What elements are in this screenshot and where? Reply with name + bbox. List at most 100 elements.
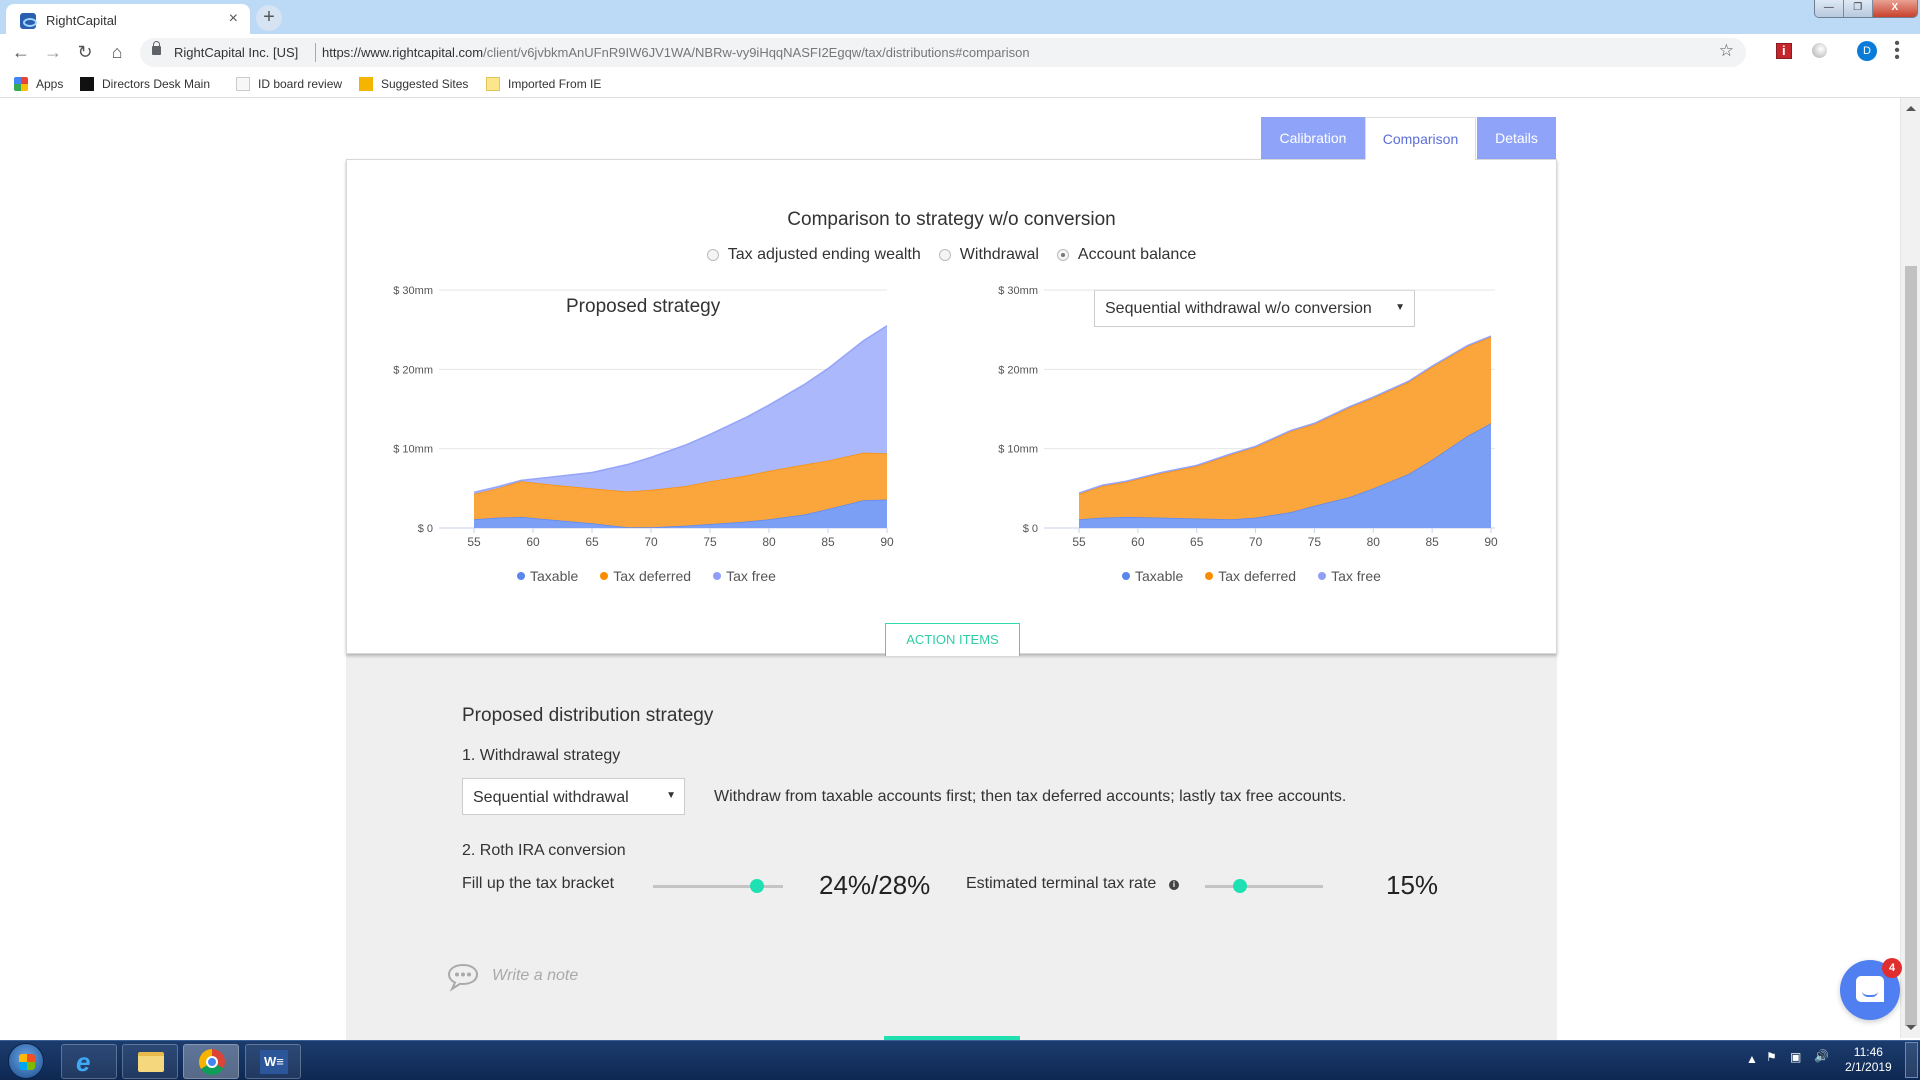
url-host: https://www.rightcapital.com: [322, 45, 484, 60]
action-center-flag-icon[interactable]: ⚑: [1766, 1050, 1777, 1064]
legend-dot-icon: [1318, 572, 1327, 580]
menu-icon[interactable]: • • •: [1893, 36, 1901, 66]
taskbar-chrome[interactable]: [183, 1044, 239, 1079]
address-bar[interactable]: RightCapital Inc. [US] https://www.right…: [140, 38, 1746, 67]
select-value: Sequential withdrawal: [473, 789, 629, 806]
show-hidden-icons[interactable]: ▲: [1746, 1052, 1758, 1066]
chat-bubble-icon: [447, 963, 479, 992]
fill-bracket-slider[interactable]: [653, 879, 783, 893]
url-text[interactable]: https://www.rightcapital.com/client/v6jv…: [322, 45, 1030, 60]
chat-icon: [1856, 976, 1884, 1002]
page-scrollbar[interactable]: [1900, 98, 1920, 1038]
folder-icon: [138, 1052, 164, 1072]
profile-avatar[interactable]: D: [1857, 41, 1877, 61]
internet-explorer-icon: e: [76, 1047, 91, 1077]
x-tick-label: 65: [1190, 535, 1204, 549]
bookmark-star-icon[interactable]: ☆: [1719, 41, 1734, 61]
volume-icon[interactable]: 🔊: [1814, 1049, 1829, 1063]
tab-details[interactable]: Details: [1477, 117, 1556, 159]
windows-taskbar: e W≡: [0, 1040, 1920, 1080]
legend-tax-free[interactable]: Tax free: [713, 568, 776, 584]
info-icon[interactable]: i: [1169, 880, 1179, 890]
legend-label: Tax deferred: [1218, 568, 1297, 584]
windows-logo-icon: [19, 1054, 35, 1070]
lock-icon: [152, 41, 161, 55]
minimize-button[interactable]: —: [1815, 0, 1844, 17]
fill-bracket-value: 24%/28%: [819, 870, 931, 900]
divider: [315, 43, 316, 62]
bookmark-label: ID board review: [258, 77, 343, 91]
restore-button[interactable]: ❐: [1843, 0, 1873, 17]
y-tick-label: $ 30mm: [998, 285, 1038, 297]
bookmark-directors-desk[interactable]: Directors Desk Main: [80, 77, 210, 91]
show-desktop-button[interactable]: [1905, 1042, 1918, 1078]
legend-tax-free[interactable]: Tax free: [1318, 568, 1381, 584]
legend-label: Tax free: [726, 568, 776, 584]
action-items-button[interactable]: ACTION ITEMS: [885, 623, 1020, 656]
taskbar-word[interactable]: W≡: [245, 1044, 301, 1079]
legend-taxable[interactable]: Taxable: [1122, 568, 1183, 584]
legend-label: Tax deferred: [613, 568, 692, 584]
legend-dot-icon: [713, 572, 722, 580]
legend-label: Taxable: [1135, 568, 1184, 584]
legend-dot-icon: [1205, 572, 1214, 580]
word-icon: W≡: [260, 1050, 288, 1074]
write-note-input[interactable]: Write a note: [492, 967, 578, 985]
taskbar-clock[interactable]: 11:46 2/1/2019: [1845, 1045, 1892, 1075]
reload-icon[interactable]: ↻: [74, 42, 96, 63]
home-icon[interactable]: ⌂: [106, 42, 128, 63]
tab-comparison[interactable]: Comparison: [1365, 117, 1476, 160]
legend-taxable[interactable]: Taxable: [517, 568, 578, 584]
legend-dot-icon: [600, 572, 609, 580]
tab-calibration[interactable]: Calibration: [1261, 117, 1365, 159]
comparison-card: Comparison to strategy w/o conversion Ta…: [346, 159, 1557, 656]
extension-icon[interactable]: [1812, 43, 1827, 58]
bookmark-apps[interactable]: Apps: [14, 77, 63, 91]
bookmark-imported-from-ie[interactable]: Imported From IE: [486, 77, 601, 91]
scroll-down-icon[interactable]: [1906, 1025, 1916, 1030]
x-tick-label: 60: [1131, 535, 1145, 549]
system-tray: ▲ ⚑ ▣ 🔊: [1740, 1040, 1920, 1080]
chrome-icon-center: [206, 1056, 218, 1068]
scroll-up-icon[interactable]: [1906, 106, 1916, 111]
close-window-button[interactable]: X: [1872, 0, 1917, 17]
browser-tab[interactable]: RightCapital ×: [6, 4, 250, 36]
bookmark-label: Directors Desk Main: [102, 77, 211, 91]
forward-icon[interactable]: →: [42, 42, 64, 63]
chart-legend-right: Taxable Tax deferred Tax free: [1122, 568, 1381, 584]
new-tab-button[interactable]: +: [256, 5, 282, 31]
legend-tax-deferred[interactable]: Tax deferred: [1205, 568, 1296, 584]
taskbar-internet-explorer[interactable]: e: [61, 1044, 117, 1079]
y-tick-label: $ 20mm: [998, 364, 1038, 376]
back-icon[interactable]: ←: [10, 42, 32, 63]
withdrawal-strategy-label: 1. Withdrawal strategy: [462, 747, 621, 764]
extension-icon[interactable]: [1776, 43, 1792, 59]
legend-tax-deferred[interactable]: Tax deferred: [600, 568, 691, 584]
close-tab-icon[interactable]: ×: [229, 10, 238, 28]
bookmark-label: Suggested Sites: [381, 77, 469, 91]
chart-legend-left: Taxable Tax deferred Tax free: [517, 568, 776, 584]
x-tick-label: 80: [1367, 535, 1381, 549]
folder-icon: [486, 77, 500, 91]
terminal-tax-rate-slider[interactable]: [1205, 879, 1323, 893]
legend-dot-icon: [517, 572, 525, 580]
rightcapital-favicon-icon: [20, 13, 37, 29]
roth-conversion-label: 2. Roth IRA conversion: [462, 842, 626, 859]
bookmark-label: Apps: [36, 77, 64, 91]
start-button[interactable]: [8, 1043, 44, 1079]
bookmark-id-board-review[interactable]: ID board review: [236, 77, 342, 91]
x-tick-label: 70: [1249, 535, 1263, 549]
network-icon[interactable]: ▣: [1790, 1050, 1801, 1064]
taskbar-file-explorer[interactable]: [122, 1044, 178, 1079]
bookmark-suggested-sites[interactable]: Suggested Sites: [359, 77, 468, 91]
x-tick-label: 90: [1484, 535, 1498, 549]
clock-time: 11:46: [1853, 1045, 1883, 1059]
clock-date: 2/1/2019: [1845, 1060, 1892, 1074]
legend-label: Tax free: [1331, 568, 1381, 584]
url-path: /client/v6jvbkmAnUFnR9IW6JV1WA/NBRw-vy9i…: [483, 45, 1030, 60]
bookmarks-bar: Apps Directors Desk Main ID board review…: [0, 72, 1920, 98]
scroll-thumb[interactable]: [1905, 266, 1917, 1026]
withdrawal-strategy-description: Withdraw from taxable accounts first; th…: [714, 788, 1347, 805]
slider-handle[interactable]: [750, 879, 764, 893]
withdrawal-strategy-select[interactable]: Sequential withdrawal ▼: [462, 778, 685, 815]
